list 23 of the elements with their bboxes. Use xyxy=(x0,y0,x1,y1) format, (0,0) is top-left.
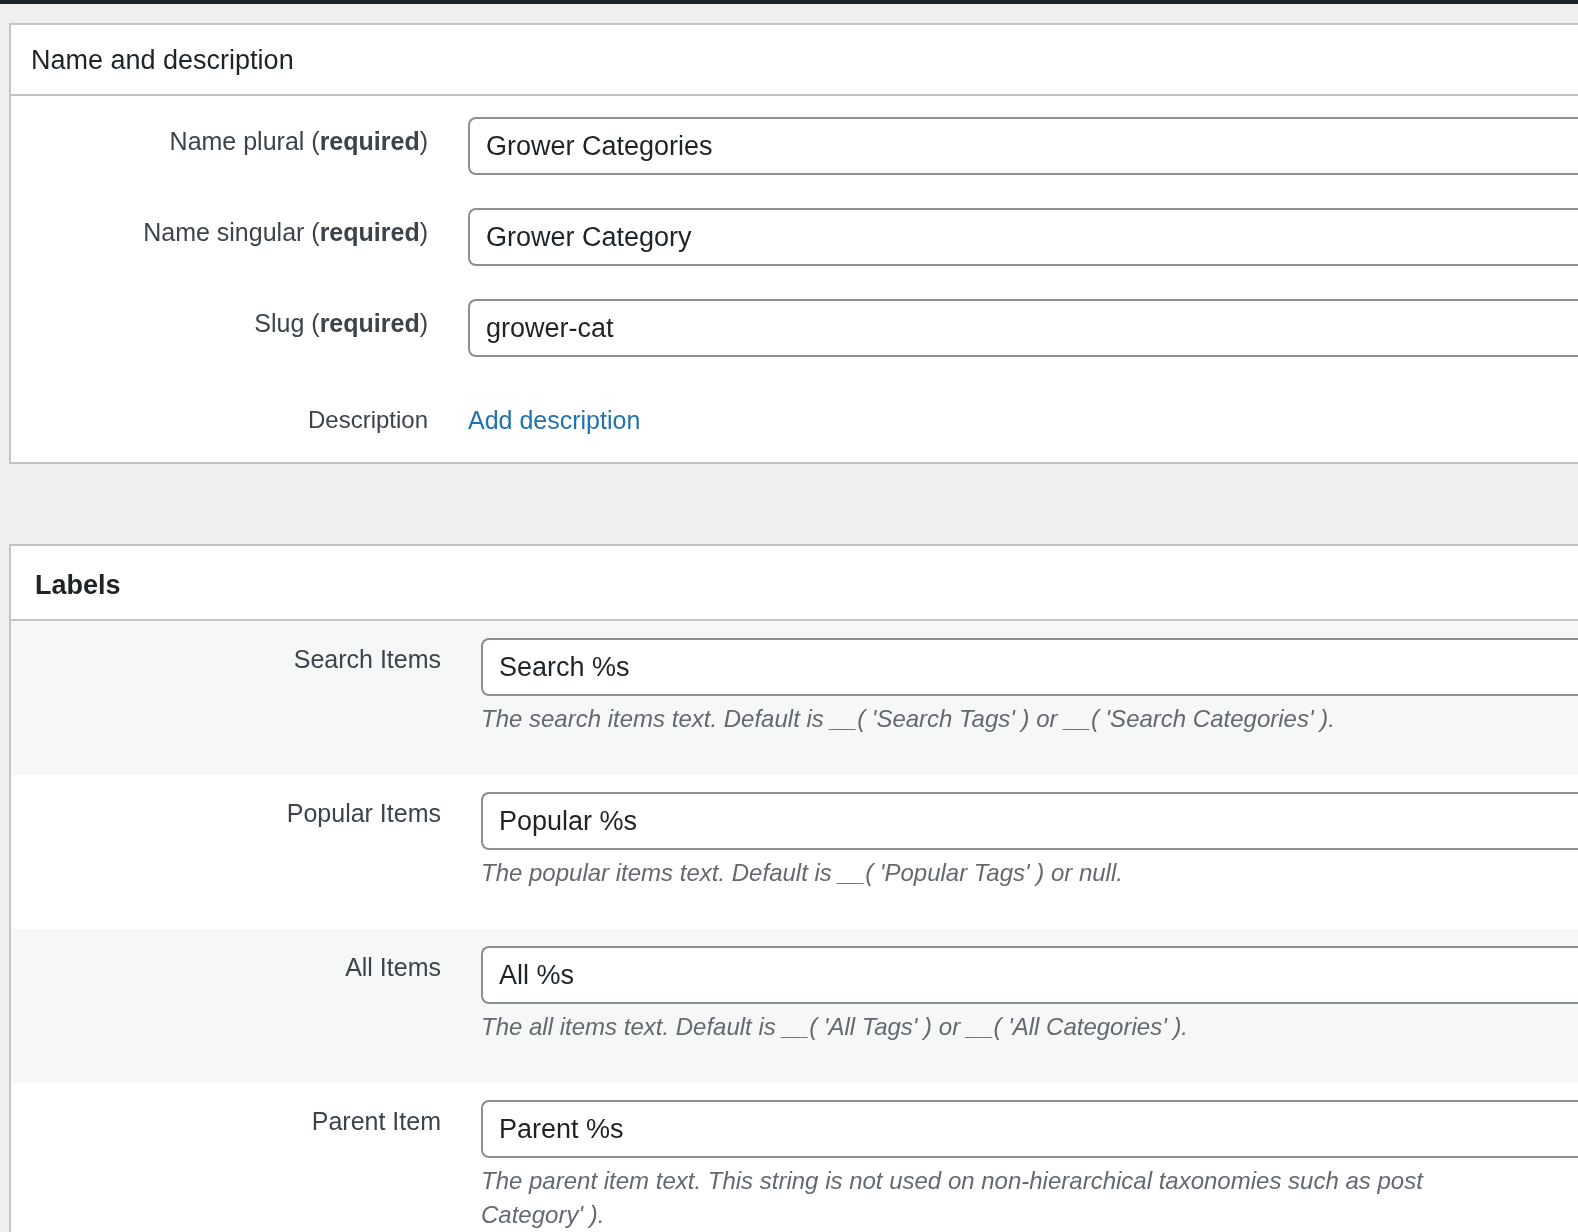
help-text: The parent item text. This string is not used on non-hierarchical taxonomies such as post xyxy=(481,1166,1425,1196)
panel-title: Name and description xyxy=(30,44,294,77)
text-field[interactable]: Grower Category xyxy=(468,208,1578,266)
add-description-link[interactable]: Add description xyxy=(468,405,641,435)
field-label: Name singular (required) xyxy=(142,217,428,247)
field-label: All Items xyxy=(344,952,441,982)
text-field[interactable]: All %s xyxy=(481,946,1578,1004)
help-text: The search items text. Default is __( 'Search Tags' ) or __( 'Search Categories' ). xyxy=(481,704,1336,734)
text-field[interactable]: Grower Categories xyxy=(468,117,1578,175)
panel-title: Labels xyxy=(34,569,121,602)
text-field[interactable]: Parent %s xyxy=(481,1100,1578,1158)
text-field[interactable]: Popular %s xyxy=(481,792,1578,850)
field-label: Slug (required) xyxy=(253,308,428,338)
field-label: Description xyxy=(306,406,428,434)
help-text: The popular items text. Default is __( 'Popular Tags' ) or null. xyxy=(481,858,1124,888)
help-text: Category' ). xyxy=(481,1200,606,1230)
field-label: Name plural (required) xyxy=(168,126,428,156)
field-label: Parent Item xyxy=(310,1106,441,1136)
text-field[interactable]: grower-cat xyxy=(468,299,1578,357)
field-label: Search Items xyxy=(292,644,441,674)
text-field[interactable]: Search %s xyxy=(481,638,1578,696)
field-label: Popular Items xyxy=(285,798,441,828)
help-text: The all items text. Default is __( 'All Tags' ) or __( 'All Categories' ). xyxy=(481,1012,1190,1042)
